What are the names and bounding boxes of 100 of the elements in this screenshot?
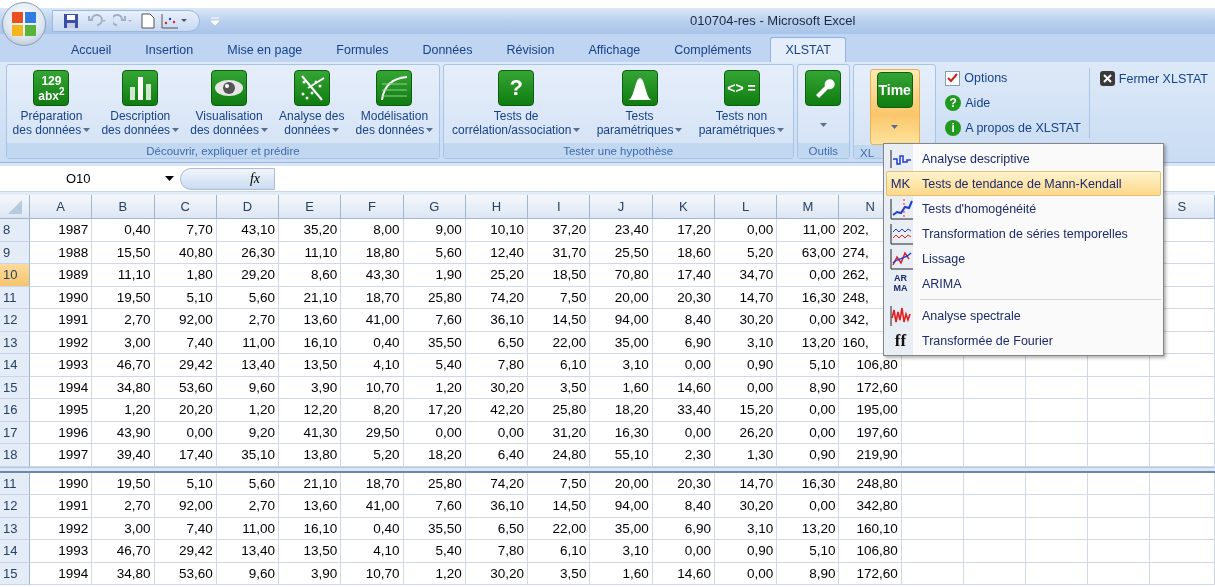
table-cell: 5,20 <box>341 444 404 467</box>
table-cell <box>901 444 964 467</box>
ribbon-tab[interactable]: Affichage <box>573 37 656 62</box>
table-cell: 34,80 <box>92 376 155 399</box>
ribbon-button[interactable]: ? Tests de corrélation/association <box>449 67 584 143</box>
close-button[interactable]: Fermer XLSTAT <box>1099 68 1208 89</box>
table-cell: 18,20 <box>590 399 653 422</box>
table-cell <box>1087 562 1150 585</box>
table-cell <box>901 495 964 518</box>
table-cell: 26,20 <box>714 421 778 444</box>
window-title: 010704-res - Microsoft Excel <box>690 13 856 28</box>
table-cell: 13,20 <box>777 517 840 540</box>
table-cell: 13,50 <box>279 540 342 563</box>
table-cell: 17,40 <box>154 444 217 467</box>
table-cell: 13,60 <box>279 495 342 518</box>
column-header[interactable]: L <box>714 195 778 219</box>
ribbon-tab[interactable]: Formules <box>321 37 404 62</box>
table-cell <box>1149 376 1215 399</box>
table-cell: 0,00 <box>652 354 715 377</box>
ribbon-tab[interactable]: Données <box>407 37 488 62</box>
table-cell: 10,10 <box>465 219 529 242</box>
table-cell: 36,10 <box>465 309 529 332</box>
column-header[interactable]: J <box>590 195 653 219</box>
function-button[interactable]: fx <box>180 167 275 190</box>
column-header[interactable]: M <box>777 195 840 219</box>
triangle-icon <box>7 199 22 214</box>
table-cell: 41,30 <box>279 421 342 444</box>
table-cell <box>963 376 1026 399</box>
ribbon-tab[interactable]: Révision <box>491 37 570 62</box>
ribbon-button[interactable]: <> = Tests non paramétriques <box>695 67 788 143</box>
table-cell <box>901 540 964 563</box>
ribbon-tab[interactable]: Accueil <box>56 37 127 62</box>
column-header[interactable]: C <box>154 195 217 219</box>
ribbon-button[interactable]: Description des données <box>98 67 183 143</box>
menu-item[interactable]: MK Tests de tendance de Mann-Kendall <box>886 171 1161 196</box>
table-cell: 1993 <box>30 354 93 377</box>
table-cell: 25,20 <box>465 264 529 287</box>
ribbon-button[interactable]: 129 abx$^{2}$ Préparation des données <box>9 67 94 143</box>
table-cell: 20,00 <box>590 286 653 309</box>
table-cell: 16,30 <box>590 421 653 444</box>
table-cell: 63,00 <box>777 241 840 264</box>
checkbox[interactable] <box>945 70 961 86</box>
spectrum-chart-icon <box>888 303 913 328</box>
ribbon-button[interactable]: Tests paramétriques <box>593 67 686 143</box>
table-cell: 197,60 <box>839 421 902 444</box>
table-cell: 1994 <box>30 376 93 399</box>
table-cell: 1,20 <box>403 376 466 399</box>
table-cell: 0,00 <box>154 421 217 444</box>
save-icon[interactable] <box>63 13 79 29</box>
table-cell: 2,70 <box>216 495 280 518</box>
column-header[interactable]: G <box>403 195 466 219</box>
column-header[interactable]: K <box>652 195 715 219</box>
table-cell: 13,50 <box>279 354 342 377</box>
table-cell: 26,30 <box>216 241 280 264</box>
table-cell: 5,20 <box>714 241 778 264</box>
table-cell: 2,70 <box>92 495 155 518</box>
table-cell: 22,00 <box>528 331 591 354</box>
column-header[interactable]: H <box>465 195 529 219</box>
table-cell: 25,80 <box>528 399 591 422</box>
new-document-icon[interactable] <box>141 13 155 29</box>
table-cell: 43,30 <box>341 264 404 287</box>
table-cell: 106,80 <box>839 540 902 563</box>
ribbon-button[interactable]: Visualisation des données <box>187 67 271 143</box>
table-cell <box>963 399 1026 422</box>
table-cell: 3,90 <box>279 562 342 585</box>
table-cell: 29,50 <box>341 421 404 444</box>
column-header[interactable]: D <box>216 195 280 219</box>
time-icon: Time <box>876 72 913 108</box>
table-cell: 248,80 <box>839 472 902 495</box>
ribbon-button[interactable]: Time <box>869 69 920 145</box>
menu-item[interactable]: ? Aide <box>945 92 1081 114</box>
table-cell: 16,10 <box>279 517 342 540</box>
ribbon-tab[interactable]: Compléments <box>659 37 767 62</box>
table-cell: 35,10 <box>216 444 280 467</box>
column-header[interactable]: F <box>341 195 404 219</box>
scatter-chart-icon[interactable] <box>161 13 189 29</box>
group-label: Tester une hypothèse <box>443 143 793 158</box>
ribbon-button[interactable]: Modélisation des données <box>352 67 437 143</box>
ribbon-button[interactable]: Analyse des données <box>276 67 348 143</box>
table-cell: 20,30 <box>652 472 715 495</box>
table-cell: 16,30 <box>777 472 840 495</box>
ribbon-tab[interactable]: XLSTAT <box>770 37 846 62</box>
ribbon-tab[interactable]: Insertion <box>130 37 209 62</box>
column-header[interactable]: I <box>528 195 591 219</box>
table-cell: 9,00 <box>403 219 466 242</box>
table-cell: 30,20 <box>465 562 529 585</box>
table-cell: 42,20 <box>465 399 529 422</box>
table-cell: 0,00 <box>777 495 840 518</box>
menu-item[interactable]: i A propos de XLSTAT <box>945 117 1081 138</box>
column-header[interactable]: A <box>30 195 93 219</box>
column-header[interactable]: E <box>279 195 342 219</box>
column-header[interactable]: B <box>92 195 155 219</box>
question-icon: ? <box>498 70 535 106</box>
ribbon-tab[interactable]: Mise en page <box>212 37 318 62</box>
table-cell <box>1149 472 1215 495</box>
table-cell <box>1087 421 1150 444</box>
menu-item[interactable]: Options <box>945 68 1081 89</box>
table-cell: 0,00 <box>714 562 778 585</box>
name-box[interactable]: O10 <box>30 171 180 186</box>
table-cell: 0,00 <box>714 219 778 242</box>
